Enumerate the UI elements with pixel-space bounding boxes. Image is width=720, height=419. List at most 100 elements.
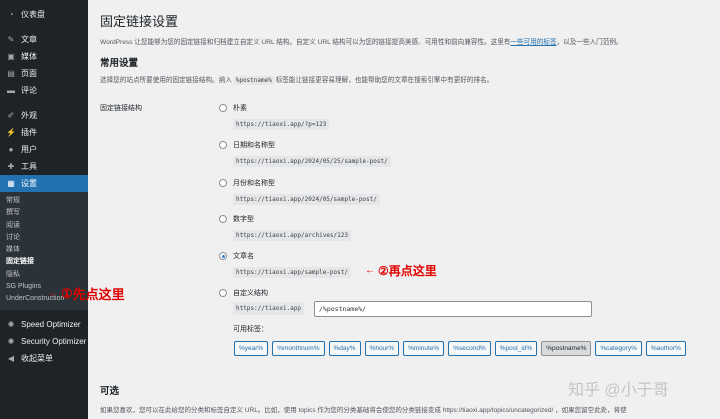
menu-settings[interactable]: ▦ 设置 [0,175,88,192]
menu-users[interactable]: ● 用户 [0,141,88,158]
permalink-structure-label: 固定链接结构 [100,105,142,112]
pages-icon: ▤ [7,69,15,78]
menu-label: 外观 [21,111,37,120]
menu-security-optimizer[interactable]: ✺ Security Optimizer [0,333,88,350]
option-label: 朴素 [233,105,247,112]
tag-button-selected[interactable]: %postname% [541,341,592,356]
menu-label: 媒体 [21,52,37,61]
menu-comments[interactable]: ▬ 评论 [0,82,88,99]
option-label: 日期和名称型 [233,142,275,149]
desc-code: %postname% [233,76,274,85]
menu-label: 用户 [21,145,37,154]
option-example: https://tiaoxi.app/2024/05/25/sample-pos… [233,156,391,167]
posts-icon: ✎ [7,35,15,44]
plugins-icon: ⚡ [6,128,16,137]
speed-optimizer-icon: ✺ [7,319,15,329]
intro-before: WordPress 让您能够为您的固定链接和归档建立自定义 URL 结构。自定义… [100,39,511,46]
annotation-first: ← ① 先点这里 [48,284,125,303]
main-content: 固定链接设置 WordPress 让您能够为您的固定链接和归档建立自定义 URL… [88,0,720,419]
annotation-num: ② [378,263,389,278]
optional-desc: 如果您喜欢，您可以在此给您的分类和标签自定义 URL。比如，使用 topics … [100,407,627,414]
security-optimizer-icon: ✺ [7,336,15,346]
appearance-icon: ✐ [7,111,15,120]
radio-custom[interactable] [219,289,227,297]
tools-icon: ✚ [7,162,15,171]
intro-after: ，以及一些入门范例。 [556,39,623,46]
radio-day-name[interactable] [219,141,227,149]
menu-label: 页面 [21,69,37,78]
collapse-menu-button[interactable]: ◀ 收起菜单 [0,350,88,367]
option-day-name: 日期和名称型 https://tiaoxi.app/2024/05/25/sam… [219,140,391,167]
option-label: 数字型 [233,216,254,223]
tag-button[interactable]: %author% [645,341,686,356]
menu-label: Speed Optimizer [21,319,81,329]
option-plain: 朴素 https://tiaoxi.app/?p=123 [219,103,330,130]
annotation-num: ① [61,285,73,301]
submenu-writing[interactable]: 撰写 [0,207,88,219]
option-label: 自定义结构 [233,290,268,297]
tag-button[interactable]: %hour% [364,341,400,356]
menu-tools[interactable]: ✚ 工具 [0,158,88,175]
menu-speed-optimizer[interactable]: ✺ Speed Optimizer [0,316,88,333]
option-example: https://tiaoxi.app/?p=123 [233,119,330,130]
radio-numeric[interactable] [219,215,227,223]
comments-icon: ▬ [7,86,15,95]
option-example: https://tiaoxi.app/sample-post/ [233,267,351,278]
menu-posts[interactable]: ✎ 文章 [0,31,88,48]
radio-post-name[interactable] [219,252,227,260]
submenu-media[interactable]: 媒体 [0,244,88,256]
menu-plugins[interactable]: ⚡ 插件 [0,124,88,141]
watermark: 知乎 @小于哥 [568,382,669,399]
tag-button[interactable]: %post_id% [494,341,538,356]
menu-label: Security Optimizer [21,336,87,346]
option-custom: 自定义结构 [219,288,268,298]
collapse-menu-icon: ◀ [7,353,15,363]
menu-label: 评论 [21,86,37,95]
tag-button[interactable]: %category% [595,341,642,356]
desc-before: 选择您的站点所要使用的固定链接结构。纳入 [100,77,232,84]
option-post-name: 文章名 https://tiaoxi.app/sample-post/ [219,251,351,278]
settings-icon: ▦ [7,179,15,188]
option-numeric: 数字型 https://tiaoxi.app/archives/123 [219,214,351,241]
available-tags: %year% %monthnum% %day% %hour% %minute% … [234,341,690,356]
common-settings-desc: 选择您的站点所要使用的固定链接结构。纳入 %postname% 标签能让链接更容… [100,74,493,85]
annotation-second: ← ② 再点这里 [365,262,437,279]
optional-heading: 可选 [100,386,120,397]
users-icon: ● [8,145,14,154]
submenu-general[interactable]: 常规 [0,195,88,207]
menu-dashboard[interactable]: ◔ 仪表盘 [0,6,88,23]
radio-month-name[interactable] [219,179,227,187]
option-example: https://tiaoxi.app/2024/05/sample-post/ [233,194,380,205]
custom-structure-input[interactable]: /%postname%/ [314,301,592,317]
submenu-discussion[interactable]: 讨论 [0,232,88,244]
tag-button[interactable]: %second% [448,341,491,356]
submenu-privacy[interactable]: 隐私 [0,269,88,281]
annotation-text: 再点这里 [388,264,437,278]
tag-button[interactable]: %minute% [403,341,445,356]
menu-pages[interactable]: ▤ 页面 [0,65,88,82]
arrow-left-icon: ← [48,288,58,299]
option-label: 文章名 [233,253,254,260]
radio-plain[interactable] [219,104,227,112]
custom-structure-prefix: https://tiaoxi.app [233,302,305,315]
page-title: 固定链接设置 [100,14,179,29]
menu-appearance[interactable]: ✐ 外观 [0,107,88,124]
available-tags-link[interactable]: 一些可用的标签 [510,39,556,46]
option-month-name: 月份和名称型 https://tiaoxi.app/2024/05/sample… [219,178,380,205]
arrow-left-icon: ← [365,265,375,276]
available-tags-label: 可用标签： [233,326,268,333]
intro-text: WordPress 让您能够为您的固定链接和归档建立自定义 URL 结构。自定义… [100,36,623,46]
tag-button[interactable]: %day% [328,341,361,356]
dashboard-icon: ◔ [8,10,14,19]
submenu-permalinks[interactable]: 固定链接 [0,256,88,268]
tag-button[interactable]: %year% [234,341,269,356]
menu-media[interactable]: ▣ 媒体 [0,48,88,65]
submenu-reading[interactable]: 阅读 [0,220,88,232]
menu-label: 收起菜单 [21,353,53,363]
media-icon: ▣ [7,52,15,61]
menu-label: 文章 [21,35,37,44]
option-example: https://tiaoxi.app/archives/123 [233,230,351,241]
annotation-text: 先点这里 [72,287,125,302]
tag-button[interactable]: %monthnum% [272,341,325,356]
option-label: 月份和名称型 [233,180,275,187]
